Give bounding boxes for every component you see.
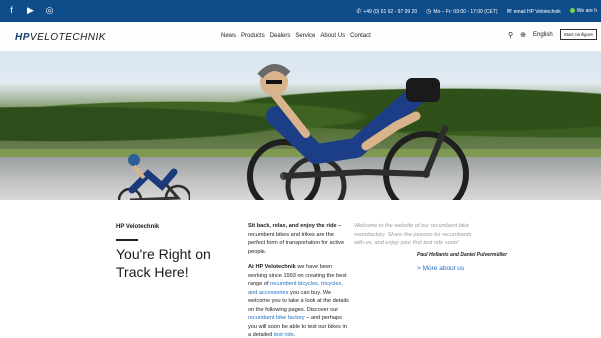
email-text: email HP Velotechnik (513, 8, 561, 15)
hours-text: Mo – Fr: 09:00 - 17:00 (CET) (433, 8, 498, 15)
facebook-icon[interactable]: f (6, 5, 17, 16)
search-icon[interactable]: ⚲ (508, 31, 513, 39)
lead-text: recumbent bikes and trikes are the perfe… (248, 231, 345, 255)
intro-text: Sit back, relax, and enjoy the ride – re… (248, 222, 351, 338)
configure-button[interactable]: Start configure (559, 29, 597, 40)
section-kicker: HP Velotechnik (116, 224, 160, 230)
company-bold: At HP Velotechnik (248, 264, 296, 270)
logo[interactable]: HPVELOTECHNIK (15, 32, 106, 43)
nav-item-products[interactable]: Products (241, 33, 265, 39)
youtube-icon[interactable]: ▶ (25, 5, 36, 16)
link-factory[interactable]: recumbent bike factory (248, 315, 305, 321)
nav-item-service[interactable]: Service (295, 33, 315, 39)
availability-status: We are h (569, 8, 597, 14)
nav-item-dealers[interactable]: Dealers (270, 33, 291, 39)
logo-velotechnik: VELOTECHNIK (29, 32, 106, 43)
foreground-rider-trike (247, 64, 469, 200)
nav-item-about-us[interactable]: About Us (320, 33, 345, 39)
main-navigation: HPVELOTECHNIK News Products Dealers Serv… (0, 22, 601, 52)
email-link[interactable]: ✉ email HP Velotechnik (507, 8, 561, 15)
hero-image: HPVELOTECHNIK News Products Dealers Serv… (0, 22, 601, 200)
nav-menu: News Products Dealers Service About Us C… (221, 33, 371, 39)
contact-info: ✆ +49 (0) 61 92 - 97 99 20 ◷ Mo – Fr: 09:0… (356, 0, 597, 22)
intro-paragraph-2: At HP Velotechnik we have been working s… (248, 263, 351, 338)
nav-item-news[interactable]: News (221, 33, 236, 39)
phone-text: +49 (0) 61 92 - 97 99 20 (363, 8, 418, 15)
phone-link[interactable]: ✆ +49 (0) 61 92 - 97 99 20 (356, 8, 417, 15)
social-links: f ▶ ◎ (6, 5, 55, 16)
more-about-us-link[interactable]: > More about us (417, 265, 464, 272)
status-text: We are h (576, 8, 597, 14)
nav-item-contact[interactable]: Contact (350, 33, 371, 39)
status-dot-icon (569, 8, 575, 14)
divider (116, 239, 138, 241)
link-test-ride[interactable]: test ride (274, 332, 294, 338)
lead-bold: Sit back, relax, and enjoy the ride – (248, 223, 342, 229)
background-rider-trike (118, 154, 190, 200)
intro-section: HP Velotechnik You're Right on Track Her… (0, 200, 601, 338)
intro-paragraph-1: Sit back, relax, and enjoy the ride – re… (248, 222, 351, 256)
top-bar: f ▶ ◎ ✆ +49 (0) 61 92 - 97 99 20 ◷ Mo – Fr… (0, 0, 601, 22)
nav-tools: ⚲ ⊕ English Start configure (508, 29, 597, 40)
logo-hp: HP (15, 32, 30, 43)
globe-icon: ⊕ (520, 31, 527, 39)
clock-icon: ◷ (426, 8, 432, 15)
page-title: You're Right on Track Here! (116, 246, 211, 280)
mail-icon: ✉ (506, 8, 512, 15)
instagram-icon[interactable]: ◎ (44, 5, 55, 16)
phone-icon: ✆ (356, 8, 362, 15)
p2-text-d: . (293, 332, 296, 338)
language-selector[interactable]: English (533, 32, 553, 38)
opening-hours: ◷ Mo – Fr: 09:00 - 17:00 (CET) (426, 8, 497, 15)
quote-authors: Paul Hollants and Daniel Pulvermüller (417, 252, 508, 258)
welcome-quote: Welcome to the website of our recumbent … (354, 223, 472, 246)
